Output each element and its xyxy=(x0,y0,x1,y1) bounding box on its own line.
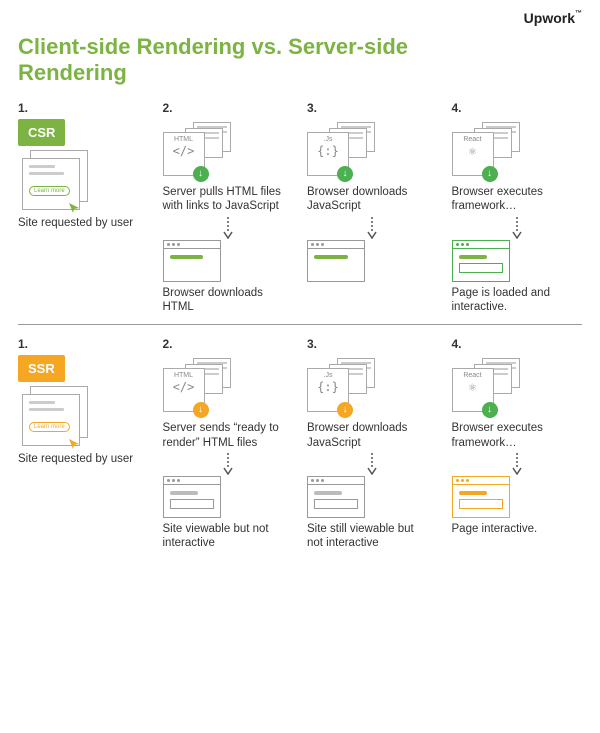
download-arrow-icon: ↓ xyxy=(193,402,209,418)
html-file-stack-icon: HTML </> ↓ xyxy=(163,358,231,414)
step-caption: Browser executes framework… xyxy=(452,421,572,450)
ssr-section: 1. SSR Learn more Site requested by user… xyxy=(18,337,582,551)
step-number: 1. xyxy=(18,337,28,351)
browser-viewable-icon xyxy=(163,476,221,518)
ssr-step-2: 2. HTML </> ↓ Server sends “ready to ren… xyxy=(163,337,294,551)
react-file-stack-icon: React ⚛ ↓ xyxy=(452,358,520,414)
download-arrow-icon: ↓ xyxy=(482,166,498,182)
browser-loaded-icon xyxy=(452,240,510,282)
result-caption: Page is loaded and interactive. xyxy=(452,286,572,315)
page-title: Client-side Rendering vs. Server-side Re… xyxy=(18,34,418,87)
js-file-stack-icon: .Js {:} ↓ xyxy=(307,122,375,178)
ssr-step-4: 4. React ⚛ ↓ Browser executes framework… xyxy=(452,337,583,551)
ssr-step-1: 1. SSR Learn more Site requested by user xyxy=(18,337,149,551)
step-caption: Browser executes framework… xyxy=(452,185,572,214)
flow-arrow-icon xyxy=(367,217,377,239)
flow-arrow-icon xyxy=(512,453,522,475)
code-glyph-icon: </> xyxy=(173,144,195,158)
file-type-label: HTML xyxy=(174,372,193,379)
react-atom-icon: ⚛ xyxy=(469,144,476,158)
step-caption: Site requested by user xyxy=(18,216,133,230)
result-caption: Page interactive. xyxy=(452,522,538,536)
csr-step-1: 1. CSR Learn more Site requested by user xyxy=(18,101,149,315)
flow-arrow-icon xyxy=(223,453,233,475)
html-file-stack-icon: HTML </> ↓ xyxy=(163,122,231,178)
download-arrow-icon: ↓ xyxy=(482,402,498,418)
cursor-icon xyxy=(68,202,80,214)
flow-arrow-icon xyxy=(512,217,522,239)
flow-arrow-icon xyxy=(223,217,233,239)
react-atom-icon: ⚛ xyxy=(469,380,476,394)
cursor-icon xyxy=(68,438,80,450)
file-type-label: React xyxy=(463,136,481,143)
step-number: 3. xyxy=(307,101,317,115)
step-number: 4. xyxy=(452,101,462,115)
result-caption: Site still viewable but not interactive xyxy=(307,522,427,551)
ssr-step-3: 3. .Js {:} ↓ Browser downloads JavaScrip… xyxy=(307,337,438,551)
document-request-icon: Learn more xyxy=(18,386,96,448)
result-caption: Browser downloads HTML xyxy=(163,286,283,315)
browser-viewable-icon xyxy=(307,476,365,518)
download-arrow-icon: ↓ xyxy=(337,402,353,418)
ssr-badge: SSR xyxy=(18,355,65,382)
download-arrow-icon: ↓ xyxy=(193,166,209,182)
step-caption: Browser downloads JavaScript xyxy=(307,185,427,214)
step-caption: Browser downloads JavaScript xyxy=(307,421,427,450)
file-type-label: .Js xyxy=(324,136,333,143)
csr-step-2: 2. HTML </> ↓ Server pulls HTML files wi… xyxy=(163,101,294,315)
learn-more-pill: Learn more xyxy=(29,422,70,432)
csr-step-3: 3. .Js {:} ↓ Browser downloads JavaScrip… xyxy=(307,101,438,315)
file-type-label: React xyxy=(463,372,481,379)
csr-step-4: 4. React ⚛ ↓ Browser executes framework… xyxy=(452,101,583,315)
step-number: 3. xyxy=(307,337,317,351)
document-request-icon: Learn more xyxy=(18,150,96,212)
step-number: 1. xyxy=(18,101,28,115)
browser-loading-icon xyxy=(307,240,365,282)
browser-interactive-icon xyxy=(452,476,510,518)
csr-badge: CSR xyxy=(18,119,65,146)
step-caption: Server pulls HTML files with links to Ja… xyxy=(163,185,283,214)
file-type-label: .Js xyxy=(324,372,333,379)
step-number: 4. xyxy=(452,337,462,351)
csr-section: 1. CSR Learn more Site requested by user… xyxy=(18,101,582,315)
react-file-stack-icon: React ⚛ ↓ xyxy=(452,122,520,178)
code-glyph-icon: </> xyxy=(173,380,195,394)
flow-arrow-icon xyxy=(367,453,377,475)
step-caption: Server sends “ready to render” HTML file… xyxy=(163,421,283,450)
step-caption: Site requested by user xyxy=(18,452,133,466)
code-glyph-icon: {:} xyxy=(317,380,339,394)
step-number: 2. xyxy=(163,101,173,115)
code-glyph-icon: {:} xyxy=(317,144,339,158)
learn-more-pill: Learn more xyxy=(29,186,70,196)
file-type-label: HTML xyxy=(174,136,193,143)
js-file-stack-icon: .Js {:} ↓ xyxy=(307,358,375,414)
download-arrow-icon: ↓ xyxy=(337,166,353,182)
browser-loading-icon xyxy=(163,240,221,282)
step-number: 2. xyxy=(163,337,173,351)
brand-logo: Upwork™ xyxy=(524,10,582,26)
section-divider xyxy=(18,324,582,325)
result-caption: Site viewable but not interactive xyxy=(163,522,283,551)
